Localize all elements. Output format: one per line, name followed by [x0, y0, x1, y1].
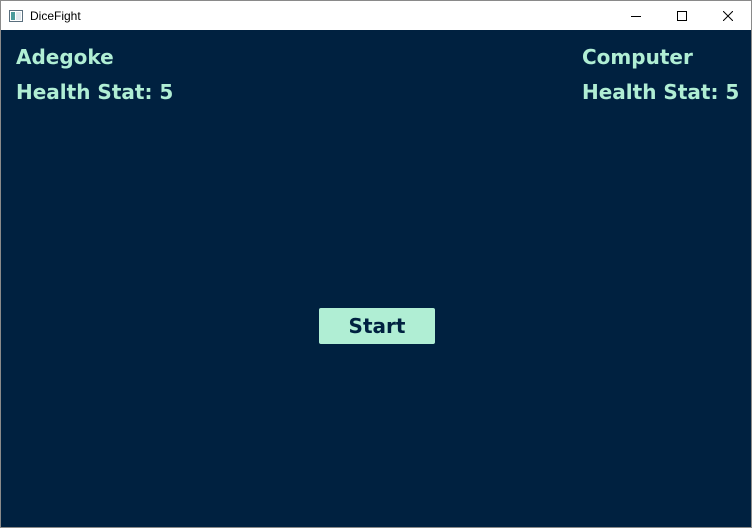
close-icon	[722, 6, 734, 25]
player-name: Adegoke	[16, 45, 114, 69]
dicefight-window: DiceFight Adegoke Health Stat: 5 Compute…	[0, 0, 752, 528]
minimize-icon	[631, 6, 641, 25]
player-health-stat: Health Stat: 5	[16, 80, 174, 104]
window-title: DiceFight	[30, 8, 81, 23]
start-button[interactable]: Start	[319, 308, 435, 344]
opponent-name: Computer	[582, 45, 693, 69]
game-area: Adegoke Health Stat: 5 Computer Health S…	[1, 30, 751, 527]
maximize-button[interactable]	[659, 1, 705, 30]
app-window-icon	[9, 9, 23, 22]
minimize-button[interactable]	[613, 1, 659, 30]
maximize-icon	[677, 6, 687, 25]
opponent-health-stat: Health Stat: 5	[582, 80, 740, 104]
title-bar[interactable]: DiceFight	[1, 1, 751, 30]
window-controls	[613, 1, 751, 30]
close-button[interactable]	[705, 1, 751, 30]
